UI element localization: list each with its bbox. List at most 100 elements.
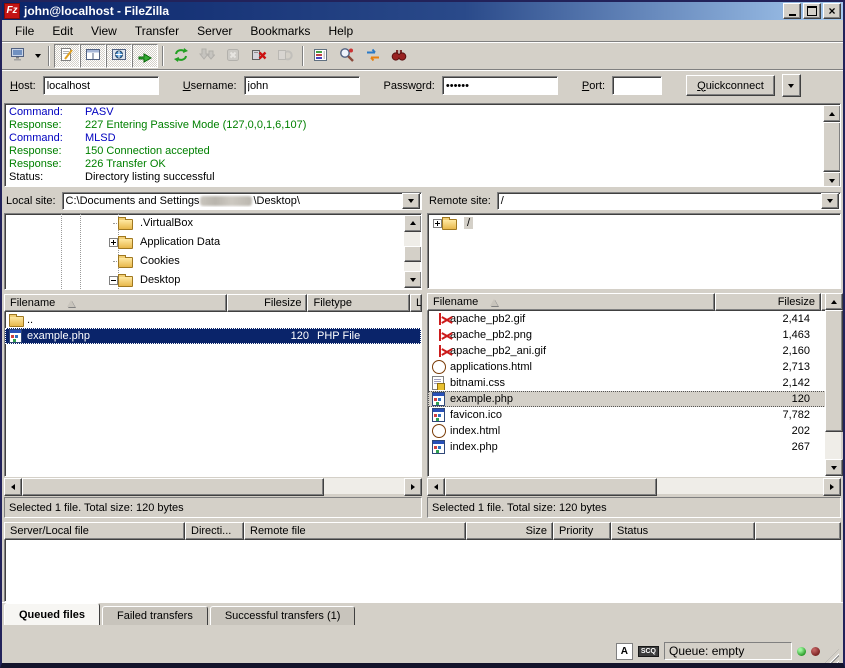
scroll-up-button[interactable] [404,215,422,232]
menu-bookmarks[interactable]: Bookmarks [241,21,319,41]
scroll-down-button[interactable] [825,459,843,476]
remote-site-dropdown-button[interactable] [821,193,839,209]
password-field[interactable] [442,76,558,95]
site-manager-button[interactable] [5,44,31,68]
column-header-priority[interactable]: Priority [553,522,611,540]
column-header-size[interactable]: Size [466,522,553,540]
minimize-button[interactable] [783,3,801,19]
expander-plus-icon[interactable] [433,219,442,228]
disconnect-button[interactable] [246,44,272,68]
scroll-left-button[interactable] [427,478,445,496]
column-header-remote-file[interactable]: Remote file [244,522,466,540]
filename-cell: index.php [428,440,716,454]
menu-server[interactable]: Server [188,21,241,41]
file-row-apache-pb2-png[interactable]: apache_pb2.png1,463 [428,327,840,343]
menu-transfer[interactable]: Transfer [126,21,188,41]
menu-view[interactable]: View [82,21,126,41]
quickconnect-button[interactable]: Quickconnect [686,75,775,96]
tree-item-root[interactable]: / [428,214,840,233]
remote-hscrollbar[interactable] [427,478,841,494]
sort-ascending-icon [490,299,498,306]
file-row-index-php[interactable]: index.php267 [428,439,840,455]
synchronized-browsing-button[interactable] [360,44,386,68]
file-row-example-php[interactable]: example.php120 [428,391,840,407]
app-icon[interactable]: Fz [4,3,20,19]
menu-help[interactable]: Help [319,21,362,41]
file-row-bitnami-css[interactable]: bitnami.css2,142 [428,375,840,391]
column-header-blank[interactable] [755,522,841,540]
scrollbar-thumb[interactable] [823,122,841,172]
local-site-dropdown-button[interactable] [402,193,420,209]
column-header-filesize[interactable]: Filesize [715,293,821,311]
toggle-queue-button[interactable] [132,44,158,68]
scrollbar-thumb[interactable] [22,478,324,496]
toggle-remote-tree-icon [111,47,127,66]
remote-vscrollbar[interactable] [825,293,841,476]
scrollbar-thumb[interactable] [404,246,422,262]
refresh-button[interactable] [168,44,194,68]
maximize-icon [807,6,817,16]
local-site-combo[interactable]: C:\Documents and Settings\Desktop\ [62,192,422,210]
file-row-[interactable]: .. [5,312,421,328]
title-bar: Fz john@localhost - FileZilla × [2,2,843,20]
transfer-type-icon[interactable]: A [616,643,633,660]
scrollbar-thumb[interactable] [825,310,843,432]
directory-comparison-button[interactable] [334,44,360,68]
file-row-index-html[interactable]: index.html202 [428,423,840,439]
column-header-filename[interactable]: Filename [4,294,227,312]
resize-grip[interactable] [825,649,839,663]
file-row-favicon-ico[interactable]: favicon.ico7,782 [428,407,840,423]
maximize-button[interactable] [803,3,821,19]
scroll-left-button[interactable] [4,478,22,496]
column-header-filesize[interactable]: Filesize [227,294,308,312]
column-header-l[interactable]: L [410,294,422,312]
tree-item-desktop[interactable]: Desktop [5,271,421,290]
port-field[interactable] [612,76,662,95]
scroll-right-button[interactable] [823,478,841,496]
tab-failed-transfers[interactable]: Failed transfers [102,606,208,625]
file-row-apache-pb2-ani-gif[interactable]: apache_pb2_ani.gif2,160 [428,343,840,359]
file-row-example-php[interactable]: example.php120PHP File1 [5,328,421,344]
username-field[interactable] [244,76,360,95]
local-hscrollbar[interactable] [4,478,422,494]
local-pane: Local site: C:\Documents and Settings\De… [4,191,422,518]
tab-successful-transfers-1[interactable]: Successful transfers (1) [210,606,356,625]
menu-edit[interactable]: Edit [43,21,82,41]
speed-limit-icon[interactable]: SCQ [638,646,659,657]
tree-item-application-data[interactable]: Application Data [5,233,421,252]
folder-icon [9,313,25,327]
filter-button[interactable] [308,44,334,68]
toggle-local-tree-button[interactable] [80,44,106,68]
local-tree-scrollbar[interactable] [404,215,420,288]
column-header-filename[interactable]: Filename [427,293,715,311]
host-field[interactable] [43,76,159,95]
expander-plus-icon[interactable] [109,238,118,247]
find-files-button[interactable] [386,44,412,68]
scroll-up-button[interactable] [825,293,843,310]
scrollbar-thumb[interactable] [445,478,657,496]
column-header-status[interactable]: Status [611,522,755,540]
expander-minus-icon[interactable] [109,276,118,285]
column-header-directi[interactable]: Directi... [185,522,244,540]
log-scrollbar[interactable] [823,105,839,185]
scroll-up-button[interactable] [823,105,841,122]
tree-item-cookies[interactable]: Cookies [5,252,421,271]
scroll-down-button[interactable] [404,271,422,288]
filesize-cell: 7,782 [716,409,814,421]
scroll-down-button[interactable] [823,172,841,187]
tree-item-label: .VirtualBox [140,217,193,229]
remote-site-combo[interactable]: / [497,192,841,210]
quickconnect-dropdown-button[interactable] [782,74,801,97]
tree-item-virtualbox[interactable]: .VirtualBox [5,214,421,233]
scroll-right-button[interactable] [404,478,422,496]
site-manager-dropdown-button[interactable] [31,45,44,67]
toggle-log-button[interactable] [54,44,80,68]
tab-queued-files[interactable]: Queued files [4,603,100,625]
toggle-remote-tree-button[interactable] [106,44,132,68]
file-row-applications-html[interactable]: applications.html2,713 [428,359,840,375]
column-header-server-local-file[interactable]: Server/Local file [4,522,185,540]
column-header-filetype[interactable]: Filetype [307,294,410,312]
menu-file[interactable]: File [6,21,43,41]
file-row-apache-pb2-gif[interactable]: apache_pb2.gif2,414 [428,311,840,327]
close-button[interactable]: × [823,3,841,19]
